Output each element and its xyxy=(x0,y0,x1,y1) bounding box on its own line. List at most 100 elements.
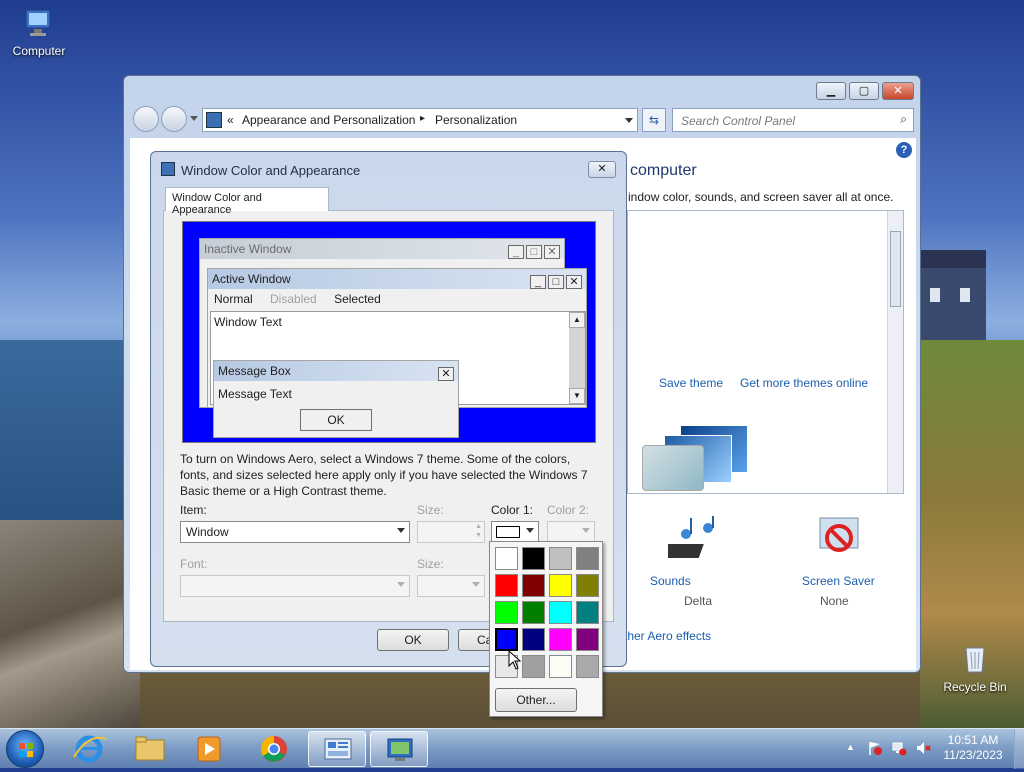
desktop-icon-recycle-bin[interactable]: Recycle Bin xyxy=(939,642,1011,694)
address-dropdown-icon[interactable] xyxy=(625,118,633,123)
aero-effects-link[interactable]: ther Aero effects xyxy=(624,629,711,643)
wallpaper-rocks xyxy=(0,520,140,730)
address-bar[interactable]: « Appearance and Personalization ▸ Perso… xyxy=(202,108,638,132)
color-swatch[interactable] xyxy=(576,574,599,597)
forward-button[interactable] xyxy=(161,106,187,132)
chevron-down-icon xyxy=(582,528,590,533)
maximize-icon: □ xyxy=(548,275,564,289)
spinner-down-icon: ▼ xyxy=(475,532,482,539)
taskbar-internet-explorer[interactable] xyxy=(60,731,118,767)
color-swatch[interactable] xyxy=(495,547,518,570)
desktop-icon-computer[interactable]: Computer xyxy=(3,6,75,58)
breadcrumb-separator[interactable]: ▸ xyxy=(420,113,425,124)
color-swatch[interactable] xyxy=(522,574,545,597)
help-icon[interactable]: ? xyxy=(896,142,912,158)
color-swatch[interactable] xyxy=(522,601,545,624)
message-box-ok-button: OK xyxy=(300,409,372,431)
start-button[interactable] xyxy=(6,730,44,768)
dialog-icon xyxy=(161,162,175,176)
save-theme-link[interactable]: Save theme xyxy=(659,376,723,390)
preview-message-box[interactable]: Message Box ✕ Message Text OK xyxy=(213,360,459,438)
message-text: Message Text xyxy=(218,387,292,401)
item-size-spinner[interactable]: ▲ ▼ xyxy=(417,521,485,543)
breadcrumb-appearance[interactable]: Appearance and Personalization xyxy=(242,113,415,127)
minimize-button[interactable]: ▁ xyxy=(816,82,846,100)
window-text: Window Text xyxy=(214,315,282,329)
color-palette-popup: Other... xyxy=(489,541,603,717)
taskbar: ▲ 10:51 AM 11/23/2023 xyxy=(0,728,1024,769)
color-swatch[interactable] xyxy=(549,628,572,651)
color-swatch[interactable] xyxy=(495,574,518,597)
other-color-button[interactable]: Other... xyxy=(495,688,577,712)
color-swatch[interactable] xyxy=(549,655,572,678)
close-icon: ✕ xyxy=(544,245,560,259)
network-icon[interactable] xyxy=(891,740,907,756)
show-desktop-button[interactable] xyxy=(1014,729,1024,769)
sounds-link[interactable]: Sounds xyxy=(650,574,691,588)
chrome-icon xyxy=(260,735,287,762)
color-swatch[interactable] xyxy=(576,655,599,678)
sounds-icon[interactable] xyxy=(658,516,728,564)
color-swatch[interactable] xyxy=(549,547,572,570)
action-center-flag-icon[interactable] xyxy=(867,740,883,756)
show-hidden-icons-button[interactable]: ▲ xyxy=(846,742,855,752)
screen-saver-link[interactable]: Screen Saver xyxy=(802,574,875,588)
scrollbar-thumb[interactable] xyxy=(890,231,901,307)
menu-disabled: Disabled xyxy=(270,292,317,306)
back-button[interactable] xyxy=(133,106,159,132)
breadcrumb-personalization[interactable]: Personalization xyxy=(435,113,517,127)
taskbar-file-explorer[interactable] xyxy=(120,731,178,767)
font-size-select[interactable] xyxy=(417,575,485,597)
volume-muted-icon[interactable] xyxy=(915,740,931,756)
color-swatch[interactable] xyxy=(522,628,545,651)
appearance-preview[interactable]: Inactive Window _ □ ✕ Active Window _ □ ✕ No… xyxy=(182,221,596,443)
theme-list[interactable]: Save theme Get more themes online xyxy=(627,210,904,494)
chevron-down-icon xyxy=(397,528,405,533)
personalization-icon xyxy=(387,738,413,761)
taskbar-personalization[interactable] xyxy=(370,731,428,767)
page-subtext: indow color, sounds, and screen saver al… xyxy=(628,190,894,204)
chevron-down-icon xyxy=(472,582,480,587)
theme-thumbnail[interactable] xyxy=(642,425,762,493)
maximize-icon: □ xyxy=(526,245,542,259)
color-swatch[interactable] xyxy=(576,547,599,570)
color-swatch[interactable] xyxy=(549,601,572,624)
color1-picker[interactable] xyxy=(491,521,539,543)
color2-picker[interactable] xyxy=(547,521,595,543)
tab-window-color[interactable]: Window Color and Appearance xyxy=(165,187,329,216)
font-select[interactable] xyxy=(180,575,410,597)
ok-button[interactable]: OK xyxy=(377,629,449,651)
screen-saver-icon[interactable] xyxy=(816,516,862,560)
item-select[interactable]: Window xyxy=(180,521,410,543)
control-panel-icon xyxy=(324,738,352,760)
color-swatch[interactable] xyxy=(576,628,599,651)
taskbar-clock[interactable]: 10:51 AM 11/23/2023 xyxy=(936,733,1010,763)
color-swatch[interactable] xyxy=(522,655,545,678)
menu-selected: Selected xyxy=(334,292,381,306)
taskbar-chrome[interactable] xyxy=(245,731,303,767)
close-button[interactable]: ✕ xyxy=(882,82,914,100)
recent-pages-arrow-icon[interactable] xyxy=(190,116,198,121)
taskbar-control-panel[interactable] xyxy=(308,731,366,767)
color-swatch[interactable] xyxy=(494,627,519,652)
color-swatch[interactable] xyxy=(522,547,545,570)
chevron-down-icon xyxy=(526,528,534,533)
active-title: Active Window xyxy=(212,272,291,286)
dialog-close-button[interactable]: ✕ xyxy=(588,161,616,178)
wallpaper-house xyxy=(920,250,986,340)
search-input[interactable]: Search Control Panel ⌕ xyxy=(672,108,914,132)
message-box-title: Message Box xyxy=(218,364,291,378)
color-swatch[interactable] xyxy=(576,601,599,624)
taskbar-media-player[interactable] xyxy=(180,731,238,767)
item-value: Window xyxy=(186,525,229,539)
dialog-title: Window Color and Appearance xyxy=(181,163,361,178)
breadcrumb-overflow[interactable]: « xyxy=(227,113,234,127)
wallpaper-sea xyxy=(0,340,140,540)
color-swatch[interactable] xyxy=(495,601,518,624)
maximize-button[interactable]: ▢ xyxy=(849,82,879,100)
color-swatch[interactable] xyxy=(549,574,572,597)
refresh-icon[interactable]: ⇆ xyxy=(642,108,666,132)
get-more-themes-link[interactable]: Get more themes online xyxy=(740,376,868,390)
theme-list-scrollbar[interactable] xyxy=(887,211,903,493)
clock-time: 10:51 AM xyxy=(947,733,999,747)
